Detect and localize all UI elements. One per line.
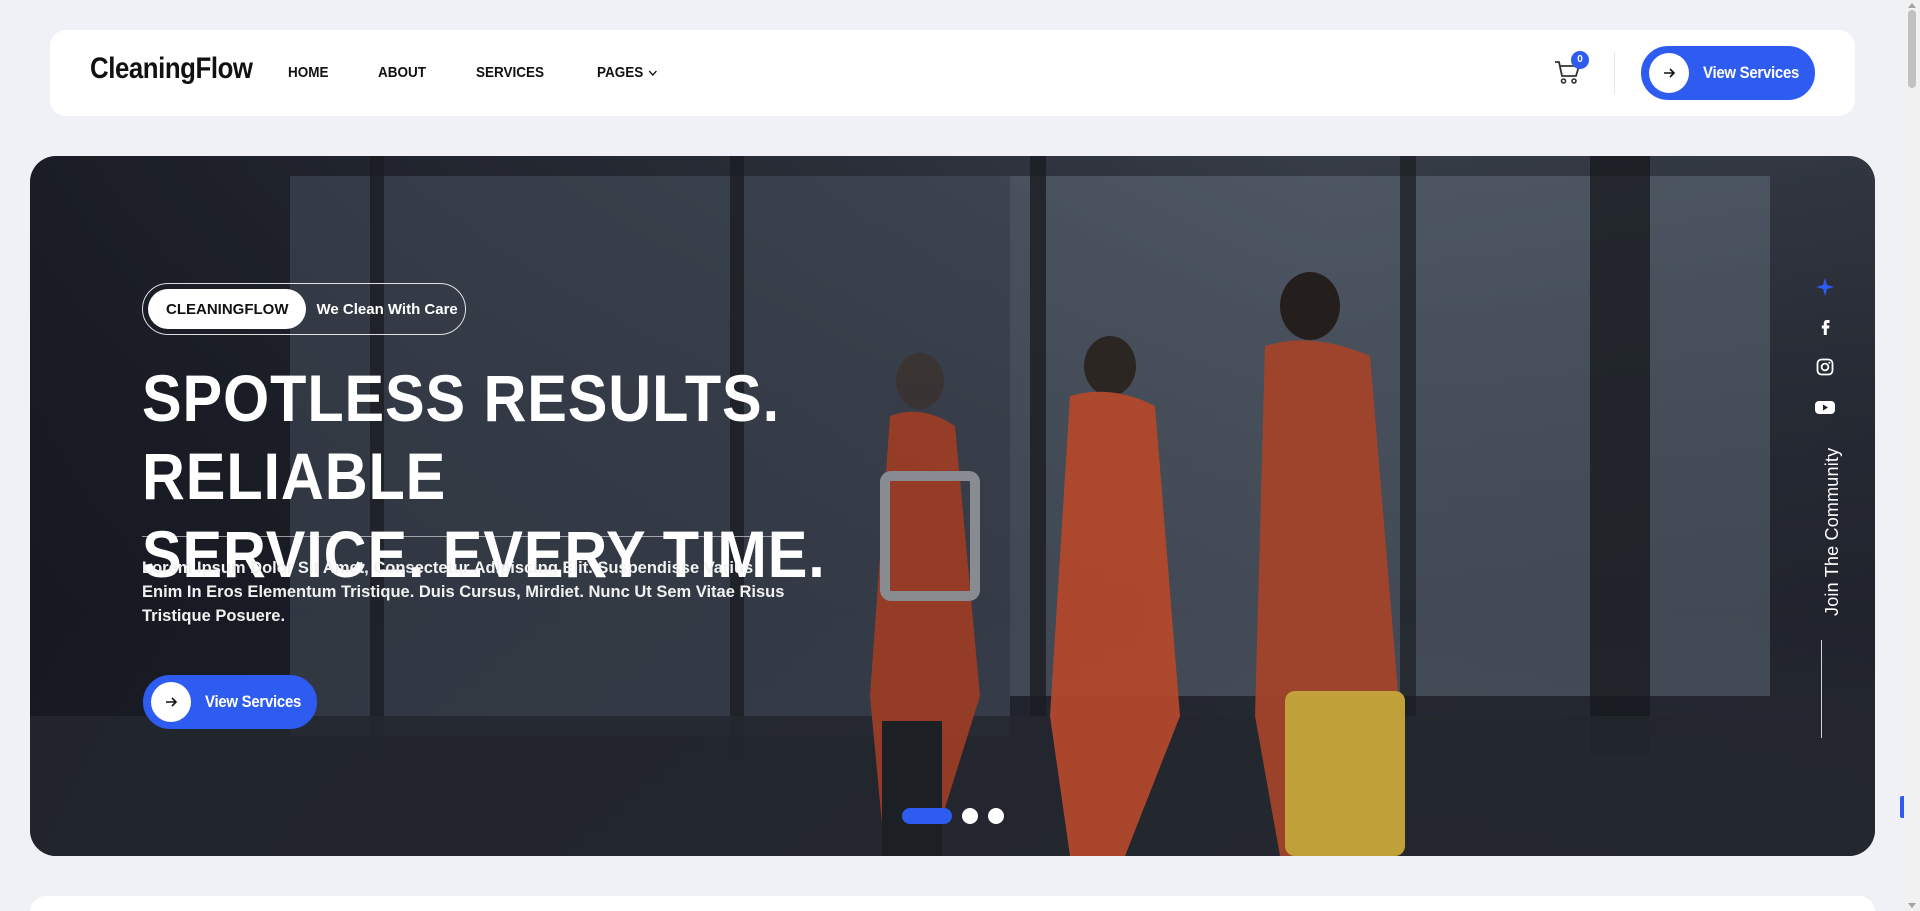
view-services-label: View Services (1703, 63, 1800, 82)
facebook-icon[interactable] (1814, 316, 1836, 338)
slider-dot-2[interactable] (962, 808, 978, 824)
header-divider (1614, 52, 1615, 94)
scrollbar-thumb[interactable] (1908, 10, 1916, 88)
arrow-right-icon (151, 682, 191, 722)
view-services-button[interactable]: View Services (1641, 46, 1815, 100)
join-community-line (1821, 640, 1822, 738)
social-links (1810, 276, 1840, 436)
nav-item-pages[interactable]: PAGES (597, 64, 659, 81)
hero-tagline: We Clean With Care (316, 300, 458, 318)
nav-item-about[interactable]: ABOUT (378, 64, 426, 81)
nav-item-home[interactable]: HOME (288, 64, 329, 81)
cart-count-badge: 0 (1571, 51, 1589, 69)
star-icon (1814, 276, 1836, 298)
site-header: CleaningFlow HOME ABOUT SERVICES PAGES 0… (50, 30, 1855, 116)
site-logo[interactable]: CleaningFlow (90, 52, 253, 86)
next-section-card (30, 896, 1875, 911)
chevron-down-icon (649, 70, 658, 76)
page-scrollbar[interactable] (1904, 0, 1920, 911)
hero-slider: CLEANINGFLOW We Clean With Care SPOTLESS… (30, 156, 1875, 856)
main-nav: HOME ABOUT SERVICES PAGES (288, 64, 710, 81)
hero-tagline-pill: CLEANINGFLOW We Clean With Care (142, 283, 466, 335)
arrow-right-icon (1649, 53, 1689, 93)
nav-item-services[interactable]: SERVICES (476, 64, 544, 81)
join-community-label[interactable]: Join The Community (1822, 448, 1843, 616)
hero-divider (142, 536, 792, 537)
youtube-icon[interactable] (1814, 396, 1836, 418)
page: CleaningFlow HOME ABOUT SERVICES PAGES 0… (0, 0, 1904, 911)
hero-brand-badge: CLEANINGFLOW (148, 289, 307, 329)
hero-title-line-1: SPOTLESS RESULTS. RELIABLE (142, 361, 780, 513)
scroll-up-icon[interactable] (1908, 3, 1916, 8)
hero-view-services-button[interactable]: View Services (143, 675, 317, 729)
hero-description: Lorem Ipsum Dolor Sit Amet, Consectetur … (142, 559, 785, 625)
scroll-down-icon[interactable] (1908, 903, 1916, 908)
hero-view-services-label: View Services (205, 692, 302, 711)
slider-dot-3[interactable] (988, 808, 1004, 824)
slider-pagination (902, 808, 1004, 824)
instagram-icon[interactable] (1814, 356, 1836, 378)
nav-item-pages-label: PAGES (596, 64, 644, 81)
slider-dot-1[interactable] (902, 808, 952, 824)
